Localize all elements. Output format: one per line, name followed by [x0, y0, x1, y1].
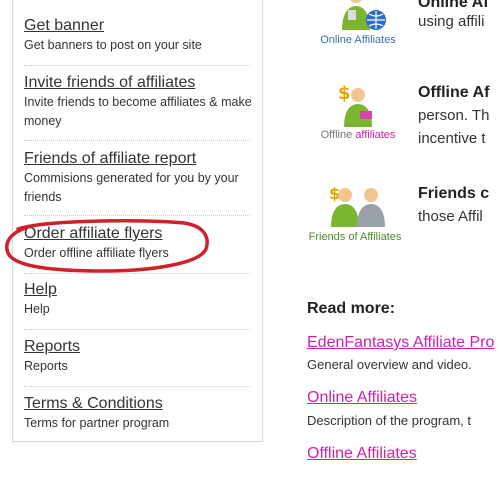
offline-affiliates-icon: $ Offline affiliates — [308, 81, 408, 141]
terms-link[interactable]: Terms & Conditions — [24, 394, 252, 413]
divider — [24, 386, 250, 387]
divider — [24, 329, 250, 330]
friends-of-affiliates-icon: $ Friends of Affiliates — [305, 183, 405, 243]
invite-friends-desc: Invite friends to become affiliates & ma… — [24, 95, 252, 128]
help-desc: Help — [24, 302, 50, 316]
reports-desc: Reports — [24, 359, 68, 373]
online-affiliates-icon: Online Affiliates — [308, 0, 408, 46]
sidebar-item-invite-friends: Invite friends of affiliates Invite frie… — [24, 73, 252, 131]
friends-report-link[interactable]: Friends of affiliate report — [24, 149, 252, 168]
invite-friends-link[interactable]: Invite friends of affiliates — [24, 73, 252, 92]
read-more-heading: Read more: — [307, 300, 396, 317]
terms-desc: Terms for partner program — [24, 416, 170, 430]
divider — [24, 140, 250, 141]
sidebar-item-friends-report: Friends of affiliate report Commisions g… — [24, 149, 252, 207]
divider — [24, 215, 250, 216]
friends-of-affiliates-text: those Affil — [418, 208, 483, 225]
help-link[interactable]: Help — [24, 280, 252, 299]
read-more-desc-program: General overview and video. — [307, 357, 472, 372]
friends-of-affiliates-caption: Friends of Affiliates — [308, 231, 402, 243]
sidebar-item-help: Help Help — [24, 280, 252, 319]
sidebar-item-terms: Terms & Conditions Terms for partner pro… — [24, 394, 252, 433]
offline-affiliates-caption: Offline affiliates — [320, 129, 396, 141]
sidebar-item-order-flyers: Order affiliate flyers Order offline aff… — [24, 224, 252, 263]
read-more-link-program[interactable]: EdenFantasys Affiliate Pro — [307, 334, 494, 352]
sidebar-item-reports: Reports Reports — [24, 337, 252, 376]
affiliate-sidebar: Get banner Get banners to post on your s… — [12, 0, 263, 442]
reports-link[interactable]: Reports — [24, 337, 252, 356]
online-affiliates-caption: Online Affiliates — [320, 34, 396, 46]
online-affiliates-text: using affili — [418, 13, 485, 30]
divider — [24, 273, 250, 274]
get-banner-link[interactable]: Get banner — [24, 16, 252, 35]
order-flyers-link[interactable]: Order affiliate flyers — [24, 224, 252, 243]
get-banner-desc: Get banners to post on your site — [24, 38, 202, 52]
offline-affiliates-heading: Offline Af — [418, 84, 490, 101]
friends-report-desc: Commisions generated for you by your fri… — [24, 171, 239, 204]
offline-affiliates-text-1: person. Th — [418, 107, 490, 124]
sidebar-item-get-banner: Get banner Get banners to post on your s… — [24, 16, 252, 55]
read-more-link-offline[interactable]: Offline Affiliates — [307, 445, 417, 463]
read-more-desc-online: Description of the program, t — [307, 413, 472, 428]
friends-of-affiliates-heading: Friends c — [418, 185, 490, 202]
divider — [24, 65, 250, 66]
order-flyers-desc: Order offline affiliate flyers — [24, 246, 169, 260]
read-more-link-online[interactable]: Online Affiliates — [307, 389, 417, 407]
offline-affiliates-text-2: incentive t — [418, 130, 486, 147]
svg-text:$: $ — [338, 83, 351, 104]
